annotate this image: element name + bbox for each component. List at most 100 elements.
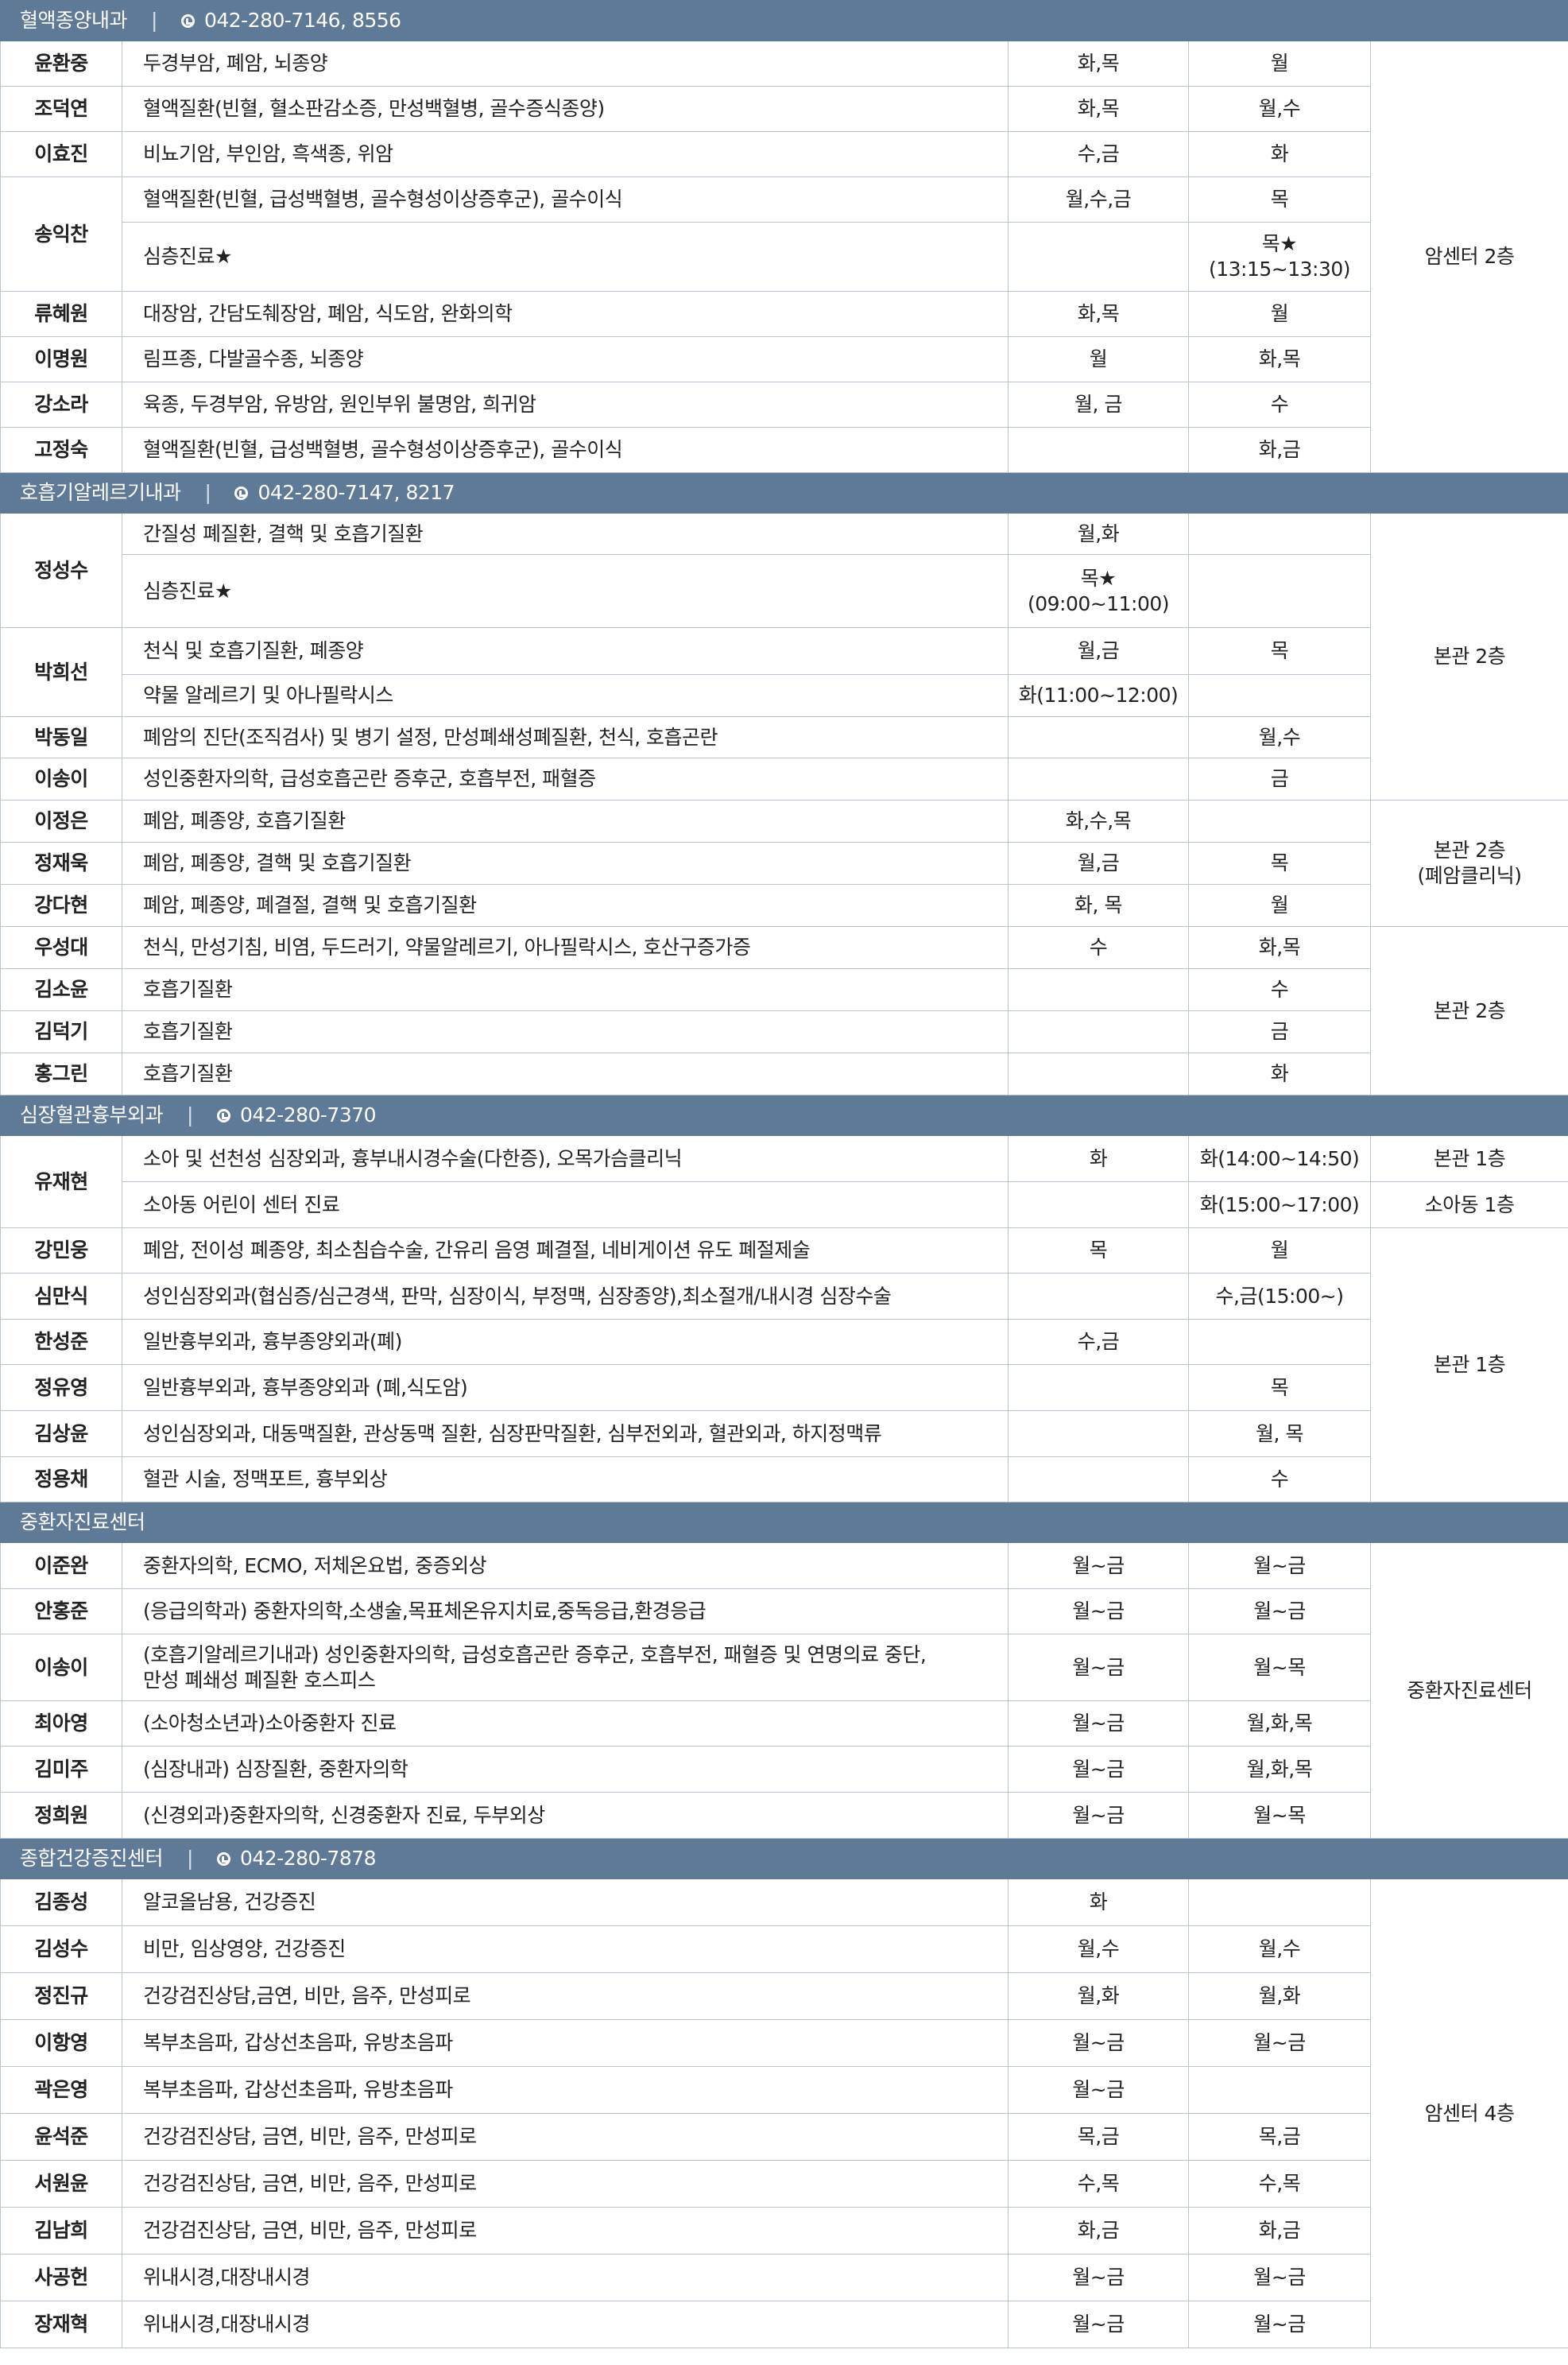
- table-row: 장재혁 위내시경,대장내시경 월~금 월~금: [0, 2301, 1568, 2348]
- phone-icon: [180, 14, 195, 28]
- doctor-name: 곽은영: [0, 2066, 122, 2114]
- pm-days: 목: [1188, 176, 1371, 223]
- specialty: 림프종, 다발골수종, 뇌종양: [122, 336, 1009, 382]
- pm-days: 목: [1188, 842, 1371, 885]
- table-row: 김미주 (심장내과) 심장질환, 중환자의학 월~금 월,화,목: [0, 1746, 1568, 1793]
- doctor-name: 김성수: [0, 1925, 122, 1973]
- pm-days: 월: [1188, 291, 1371, 337]
- specialty: (심장내과) 심장질환, 중환자의학: [122, 1746, 1009, 1793]
- doctor-name: 강소라: [0, 382, 122, 428]
- pm-days: 수: [1188, 1456, 1371, 1502]
- doctor-name: 강민웅: [0, 1227, 122, 1274]
- table-row: 김소윤 호흡기질환 수: [0, 968, 1568, 1011]
- pm-days: 월,화: [1188, 1972, 1371, 2020]
- specialty: 건강검진상담, 금연, 비만, 음주, 만성피로: [122, 2113, 1009, 2161]
- section-header: 종합건강증진센터 | 042-280-7878: [0, 1838, 1568, 1879]
- table-row: 이효진 비뇨기암, 부인암, 흑색종, 위암 수,금 화: [0, 131, 1568, 177]
- phone-icon: [216, 1852, 230, 1866]
- pm-days: 월~금: [1188, 2254, 1371, 2301]
- am-days: 월~금: [1008, 2301, 1189, 2348]
- pm-days: 월,수: [1188, 1925, 1371, 1973]
- am-days: 수,목: [1008, 2160, 1189, 2208]
- specialty: 폐암, 폐종양, 폐결절, 결핵 및 호흡기질환: [122, 884, 1009, 927]
- specialty: (소아청소년과)소아중환자 진료: [122, 1700, 1009, 1747]
- table-row: 정용채 혈관 시술, 정맥포트, 흉부외상 수: [0, 1456, 1568, 1502]
- am-days: 월~금: [1008, 2254, 1189, 2301]
- specialty: 심층진료★: [122, 554, 1009, 628]
- doctor-name: 정진규: [0, 1972, 122, 2020]
- pm-days: 화(14:00~14:50): [1188, 1135, 1371, 1182]
- pm-days: 월~금: [1188, 1542, 1371, 1589]
- pm-days: [1188, 674, 1371, 717]
- doctor-name: 김종성: [0, 1878, 122, 1926]
- pm-days: 수,목: [1188, 2160, 1371, 2208]
- specialty: 간질성 폐질환, 결핵 및 호흡기질환: [122, 513, 1009, 555]
- table-row: 조덕연 혈액질환(빈혈, 혈소판감소증, 만성백혈병, 골수증식종양) 화,목 …: [0, 86, 1568, 132]
- doctor-name: 이송이: [0, 1634, 122, 1701]
- specialty: 건강검진상담, 금연, 비만, 음주, 만성피로: [122, 2160, 1009, 2208]
- table-row: 김종성 알코올남용, 건강증진 화 암센터 4층: [0, 1878, 1568, 2348]
- section-header: 혈액종양내과 | 042-280-7146, 8556: [0, 0, 1568, 41]
- table-row: 류혜원 대장암, 간담도췌장암, 폐암, 식도암, 완화의학 화,목 월: [0, 291, 1568, 337]
- doctor-name: 강다현: [0, 884, 122, 927]
- am-days: 수,금: [1008, 131, 1189, 177]
- am-days: 월~금: [1008, 2066, 1189, 2114]
- pm-days: 월~금: [1188, 2301, 1371, 2348]
- specialty: 건강검진상담,금연, 비만, 음주, 만성피로: [122, 1972, 1009, 2020]
- doctor-name: 김남희: [0, 2207, 122, 2255]
- doctor-name: 정유영: [0, 1364, 122, 1411]
- table-row: 윤환중 두경부암, 폐암, 뇌종양 화,목 월 암센터 2층: [0, 41, 1568, 473]
- am-days: 월,수,금: [1008, 176, 1189, 223]
- doctor-name: 유재현: [0, 1135, 122, 1228]
- section-title: 중환자진료센터: [20, 1510, 145, 1533]
- location: 암센터 4층: [1369, 1878, 1568, 2348]
- am-days: 화: [1008, 1878, 1189, 1926]
- specialty: 혈액질환(빈혈, 급성백혈병, 골수형성이상증후군), 골수이식: [122, 176, 1009, 223]
- am-days: 월~금: [1008, 1700, 1189, 1747]
- doctor-name: 윤환중: [0, 41, 122, 87]
- section-title: 종합건강증진센터: [20, 1847, 164, 1870]
- doctor-name: 이정은: [0, 800, 122, 843]
- am-days: 월,화: [1008, 513, 1189, 555]
- section-phone: 042-280-7146, 8556: [203, 9, 401, 32]
- doctor-schedule-table: 혈액종양내과 | 042-280-7146, 8556 윤환중 두경부암, 폐암, …: [0, 0, 1568, 2348]
- specialty: 성인심장외과, 대동맥질환, 관상동맥 질환, 심장판막질환, 심부전외과, 혈…: [122, 1410, 1009, 1457]
- pm-days: 화: [1188, 131, 1371, 177]
- table-row: 김성수 비만, 임상영양, 건강증진 월,수 월,수: [0, 1925, 1568, 1973]
- location: 본관 2층: [1369, 513, 1568, 801]
- specialty: 위내시경,대장내시경: [122, 2254, 1009, 2301]
- pm-days: 월: [1188, 41, 1371, 87]
- table-row: 정진규 건강검진상담,금연, 비만, 음주, 만성피로 월,화 월,화: [0, 1972, 1568, 2020]
- doctor-name: 안홍준: [0, 1588, 122, 1634]
- specialty: 호흡기질환: [122, 968, 1009, 1011]
- specialty: 일반흉부외과, 흉부종양외과 (폐,식도암): [122, 1364, 1009, 1411]
- table-row: 약물 알레르기 및 아나필락시스 화(11:00~12:00): [1, 674, 1568, 717]
- location: 본관 1층: [1369, 1227, 1568, 1502]
- doctor-name: 조덕연: [0, 86, 122, 132]
- specialty: 혈액질환(빈혈, 혈소판감소증, 만성백혈병, 골수증식종양): [122, 86, 1009, 132]
- specialty: 대장암, 간담도췌장암, 폐암, 식도암, 완화의학: [122, 291, 1009, 337]
- pm-days: [1188, 1878, 1371, 1926]
- specialty: 위내시경,대장내시경: [122, 2301, 1009, 2348]
- am-days: 월~금: [1008, 1542, 1189, 1589]
- pm-days: 월~목: [1188, 1634, 1371, 1701]
- section-header: 심장혈관흉부외과 | 042-280-7370: [0, 1095, 1568, 1136]
- table-row: 심층진료★ 목★ (09:00~11:00): [1, 554, 1568, 628]
- am-days: 월,수: [1008, 1925, 1189, 1973]
- doctor-name: 이준완: [0, 1542, 122, 1589]
- specialty: 폐암, 전이성 폐종양, 최소침습수술, 간유리 음영 폐결절, 네비게이션 유…: [122, 1227, 1009, 1274]
- pm-days: [1188, 513, 1371, 555]
- doctor-name: 고정숙: [0, 427, 122, 473]
- specialty: 호흡기질환: [122, 1053, 1009, 1095]
- table-row: 우성대 천식, 만성기침, 비염, 두드러기, 약물알레르기, 아나필락시스, …: [0, 926, 1568, 1095]
- phone-icon: [216, 1109, 230, 1122]
- section-header: 호흡기알레르기내과 | 042-280-7147, 8217: [0, 472, 1568, 514]
- section-title: 호흡기알레르기내과: [20, 481, 181, 504]
- am-days: 월,금: [1008, 842, 1189, 885]
- doctor-name: 홍그린: [0, 1053, 122, 1095]
- am-days: [1008, 427, 1189, 473]
- am-days: [1008, 1273, 1189, 1320]
- specialty: 소아동 어린이 센터 진료: [122, 1181, 1009, 1228]
- pm-days: 수: [1188, 382, 1371, 428]
- doctor-name: 장재혁: [0, 2301, 122, 2348]
